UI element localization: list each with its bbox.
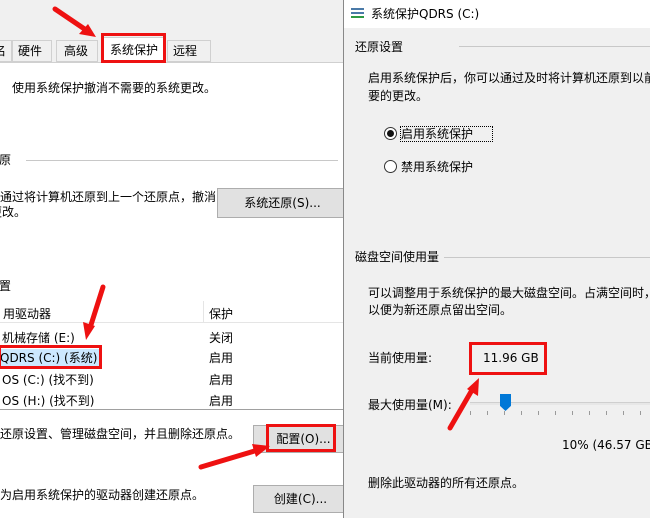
annotation-arrows [52, 6, 479, 470]
arrow-to-max-usage [447, 387, 475, 431]
arrow-to-tab [52, 6, 89, 33]
arrow-to-drive [87, 284, 106, 331]
arrowhead [252, 444, 270, 457]
arrow-to-configure [198, 447, 261, 470]
